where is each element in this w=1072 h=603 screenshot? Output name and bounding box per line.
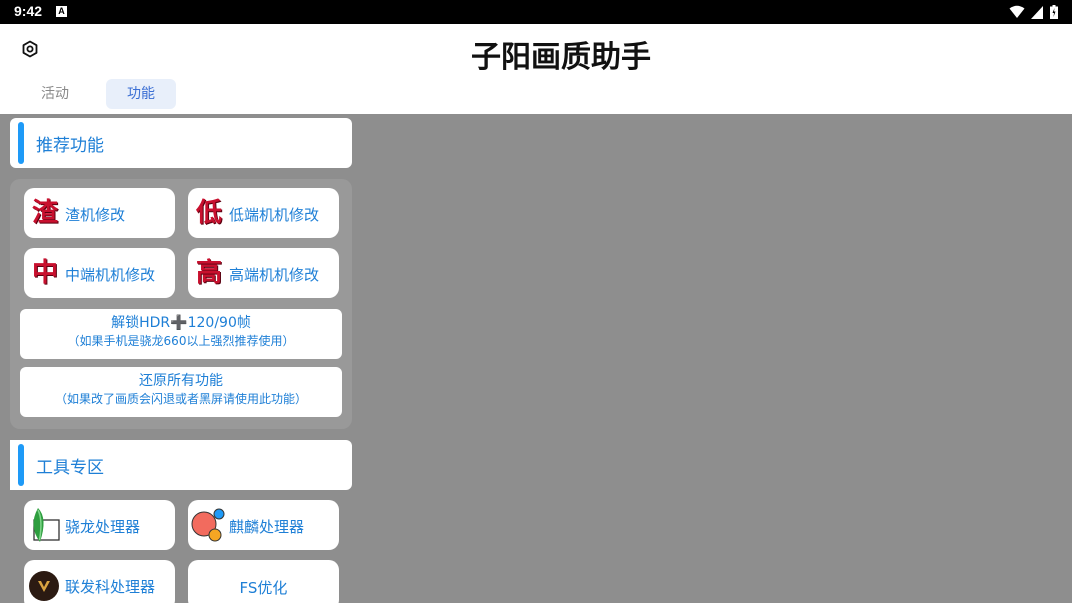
restore-all-button[interactable]: 还原所有功能 （如果改了画质会闪退或者黑屏请使用此功能） — [20, 367, 342, 417]
restore-button-title: 还原所有功能 — [139, 373, 223, 389]
notification-icon: A — [56, 6, 67, 17]
battery-icon — [1050, 5, 1058, 19]
hdr-text: 解锁HDR — [111, 315, 171, 331]
main-content[interactable]: 推荐功能 渣 渣机修改 低 低端机机修改 中 中端机机修改 高 高端机机修改 解… — [0, 114, 1072, 603]
hdr-button-title: 解锁HDR➕120/90帧 — [20, 312, 342, 332]
tab-features[interactable]: 功能 — [106, 79, 176, 109]
signal-icon — [1031, 5, 1043, 19]
low-glyph-icon: 低 — [196, 198, 223, 228]
button-label: 联发科处理器 — [65, 578, 156, 596]
high-end-mod-button[interactable]: 高 高端机机修改 — [188, 248, 339, 298]
snapdragon-button[interactable]: 骁龙处理器 — [24, 500, 175, 550]
section-header-tools: 工具专区 — [10, 440, 352, 490]
mediatek-icon — [29, 571, 59, 601]
status-bar: 9:42 A — [0, 0, 1072, 24]
button-label: 骁龙处理器 — [65, 518, 141, 536]
app-bar: 子阳画质助手 — [0, 24, 1072, 76]
low-end-mod-button[interactable]: 低 低端机机修改 — [188, 188, 339, 238]
snapdragon-icon — [33, 508, 60, 542]
hdr-button-subtitle: （如果手机是骁龙660以上强烈推荐使用） — [67, 334, 295, 348]
mediatek-button[interactable]: 联发科处理器 — [24, 560, 175, 603]
kirin-icon — [191, 508, 225, 542]
section-title: 推荐功能 — [36, 136, 104, 156]
wifi-icon — [1009, 5, 1025, 18]
status-icons — [1009, 5, 1058, 19]
mid-end-mod-button[interactable]: 中 中端机机修改 — [24, 248, 175, 298]
section-title: 工具专区 — [36, 458, 104, 478]
unlock-hdr-button[interactable]: 解锁HDR➕120/90帧 （如果手机是骁龙660以上强烈推荐使用） — [20, 309, 342, 359]
fs-optimize-button[interactable]: FS优化 — [188, 560, 339, 603]
trash-glyph-icon: 渣 — [32, 198, 59, 228]
page-title: 子阳画质助手 — [471, 40, 651, 75]
status-time: 9:42 — [14, 3, 43, 19]
high-glyph-icon: 高 — [196, 258, 223, 288]
button-label: 麒麟处理器 — [229, 518, 305, 536]
section-accent-bar — [18, 444, 24, 486]
section-accent-bar — [18, 122, 24, 164]
button-label: 高端机机修改 — [229, 266, 320, 284]
mid-glyph-icon: 中 — [32, 258, 59, 288]
button-label: 中端机机修改 — [65, 266, 156, 284]
button-label: FS优化 — [239, 579, 288, 597]
restore-button-subtitle: （如果改了画质会闪退或者黑屏请使用此功能） — [54, 392, 307, 406]
fps-text: 120/90帧 — [187, 315, 251, 331]
trash-phone-mod-button[interactable]: 渣 渣机修改 — [24, 188, 175, 238]
kirin-button[interactable]: 麒麟处理器 — [188, 500, 339, 550]
section-header-recommended: 推荐功能 — [10, 118, 352, 168]
tab-activity[interactable]: 活动 — [24, 79, 86, 109]
button-label: 低端机机修改 — [229, 206, 320, 224]
plus-icon: ➕ — [170, 315, 188, 331]
button-label: 渣机修改 — [65, 206, 126, 224]
tab-bar: 活动 功能 — [0, 76, 1072, 114]
